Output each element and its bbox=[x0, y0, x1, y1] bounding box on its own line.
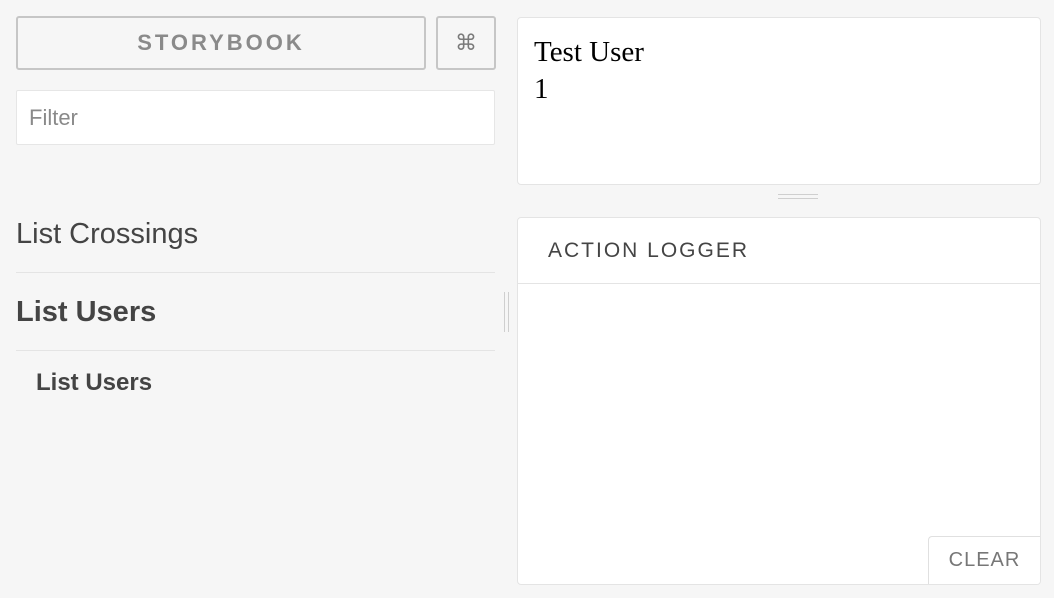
kind-item-list-users[interactable]: List Users bbox=[16, 296, 495, 329]
storybook-title-button[interactable]: STORYBOOK bbox=[16, 16, 426, 70]
sidebar-resize-handle[interactable] bbox=[504, 292, 509, 332]
command-icon: ⌘ bbox=[455, 30, 477, 56]
tab-action-logger[interactable]: ACTION LOGGER bbox=[548, 239, 749, 263]
preview-user-name: Test User bbox=[534, 36, 644, 68]
story-preview: Test User 1 bbox=[517, 17, 1041, 185]
filter-input[interactable] bbox=[16, 90, 495, 145]
clear-button[interactable]: CLEAR bbox=[928, 536, 1040, 584]
addon-panel: ACTION LOGGER CLEAR bbox=[517, 217, 1041, 585]
addon-tab-bar: ACTION LOGGER bbox=[518, 218, 1040, 284]
keyboard-shortcuts-button[interactable]: ⌘ bbox=[436, 16, 496, 70]
divider bbox=[16, 272, 495, 273]
panel-resize-handle[interactable] bbox=[778, 194, 818, 199]
divider bbox=[16, 350, 495, 351]
story-item-list-users[interactable]: List Users bbox=[36, 369, 152, 397]
preview-user-count: 1 bbox=[534, 73, 549, 105]
kind-item-list-crossings[interactable]: List Crossings bbox=[16, 218, 495, 251]
